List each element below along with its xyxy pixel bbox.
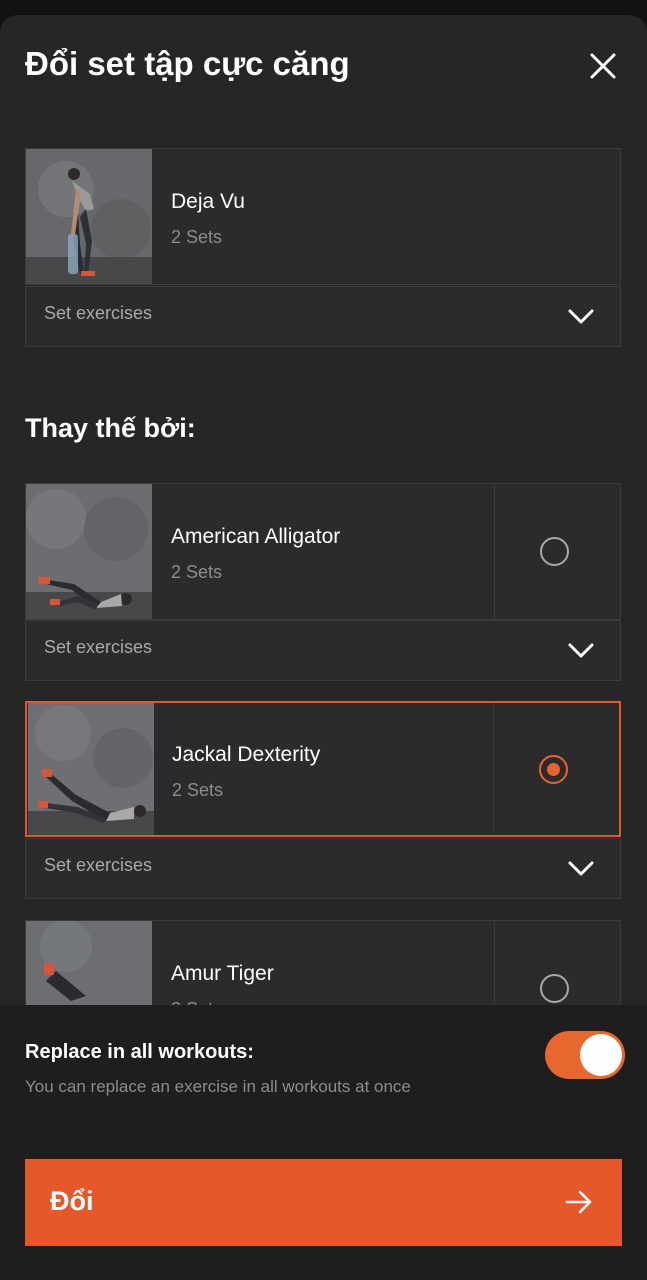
- arrow-right-icon: [565, 1190, 592, 1214]
- exercise-option-card[interactable]: American Alligator 2 Sets: [25, 483, 621, 620]
- replace-button[interactable]: Đổi: [25, 1159, 622, 1246]
- chevron-down-icon: [568, 309, 594, 324]
- section-title: Thay thế bởi:: [25, 413, 196, 443]
- expander-label: Set exercises: [44, 637, 153, 657]
- exercise-thumbnail-american-alligator: [26, 484, 152, 619]
- radio-cell[interactable]: [494, 484, 620, 619]
- page-title: Đổi set tập cực căng: [25, 45, 350, 82]
- expander-label: Set exercises: [44, 303, 153, 323]
- expander-label: Set exercises: [44, 855, 153, 875]
- exercise-name: American Alligator: [171, 525, 341, 548]
- modal-sheet: Đổi set tập cực căng Deja Vu 2 Sets Set …: [0, 15, 647, 1280]
- close-button[interactable]: [583, 49, 623, 83]
- exercise-thumbnail-jackal-dexterity: [28, 703, 154, 835]
- exercise-thumbnail-deja-vu: [26, 149, 152, 284]
- replace-all-title: Replace in all workouts:: [25, 1041, 254, 1063]
- bottom-panel: Replace in all workouts: You can replace…: [0, 1005, 647, 1280]
- set-exercises-expander[interactable]: Set exercises: [25, 620, 621, 681]
- exercise-sets: 2 Sets: [171, 562, 223, 582]
- radio-button-unselected[interactable]: [540, 974, 569, 1003]
- exercise-option-card-selected[interactable]: Jackal Dexterity 2 Sets: [25, 701, 621, 837]
- chevron-down-icon: [568, 643, 594, 658]
- chevron-down-icon: [568, 861, 594, 876]
- exercise-name: Deja Vu: [171, 190, 245, 213]
- toggle-knob: [580, 1034, 622, 1076]
- set-exercises-expander[interactable]: Set exercises: [25, 838, 621, 899]
- current-exercise-card: Deja Vu 2 Sets: [25, 148, 621, 285]
- exercise-sets: 2 Sets: [172, 780, 224, 800]
- replace-all-description: You can replace an exercise in all worko…: [25, 1077, 411, 1096]
- replace-button-label: Đổi: [50, 1186, 94, 1216]
- exercise-name: Jackal Dexterity: [172, 743, 321, 766]
- radio-button-unselected[interactable]: [540, 537, 569, 566]
- replace-all-toggle[interactable]: [545, 1031, 625, 1079]
- set-exercises-expander[interactable]: Set exercises: [25, 286, 621, 347]
- close-icon: [590, 53, 616, 79]
- exercise-sets: 2 Sets: [171, 227, 223, 247]
- radio-cell[interactable]: [493, 703, 619, 835]
- radio-button-selected[interactable]: [539, 755, 568, 784]
- exercise-name: Amur Tiger: [171, 962, 274, 985]
